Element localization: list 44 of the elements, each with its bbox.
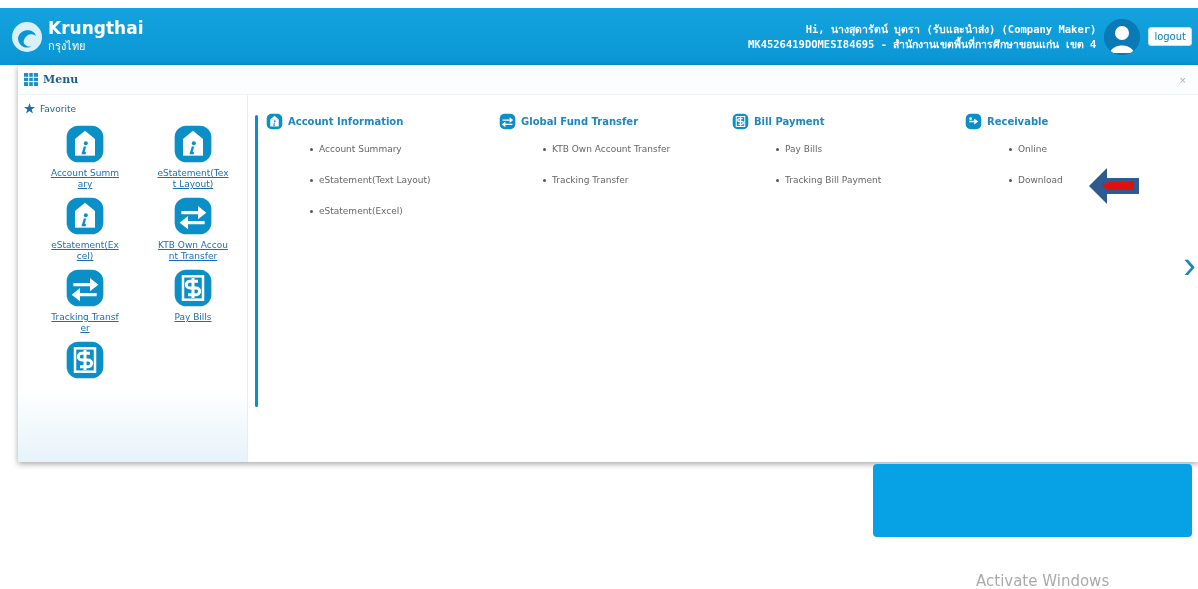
transfer-icon (65, 268, 105, 308)
bank-name: Krungthai (48, 18, 144, 37)
menu-title: Menu (43, 73, 79, 86)
menu-link[interactable]: Tracking Transfer (552, 175, 629, 185)
account-text: MK4526419DOMESI84695 - สำนักงานเขตพื้นที่การศึกษาขอนแก่น เขต 4 (748, 36, 1097, 52)
bird-logo-icon (10, 19, 44, 54)
scrollbar[interactable] (255, 115, 258, 407)
menu-link[interactable]: eStatement(Text Layout) (319, 175, 431, 185)
info-icon (65, 124, 105, 164)
transfer-icon (499, 113, 516, 130)
section-title: Receivable (987, 116, 1049, 127)
bank-name-thai: กรุงไทย (48, 38, 86, 55)
section-title: Global Fund Transfer (521, 116, 639, 127)
favorites-title: Favorite (40, 103, 76, 114)
section-title: Bill Payment (754, 116, 825, 127)
logout-button[interactable]: logout (1148, 27, 1192, 46)
menu-link[interactable]: KTB Own Account Transfer (552, 144, 671, 154)
menu-link[interactable]: Online (1018, 144, 1048, 154)
favorite-link[interactable]: Pay Bills (157, 312, 229, 323)
favorite-link[interactable]: Account Summary (49, 168, 121, 190)
favorite-link[interactable]: eStatement(Excel) (49, 240, 121, 262)
menu-link[interactable]: Account Summary (319, 144, 402, 154)
info-icon (65, 196, 105, 236)
menu-link[interactable]: Download (1018, 175, 1063, 185)
menu-link[interactable]: Tracking Bill Payment (785, 175, 882, 185)
section-title: Account Information (288, 116, 404, 127)
menu-link[interactable]: Pay Bills (785, 144, 823, 154)
star-icon (24, 103, 35, 114)
menu-link[interactable]: eStatement(Excel) (319, 206, 403, 216)
grid-icon (24, 73, 38, 86)
info-icon (266, 113, 283, 130)
receivable-icon (965, 113, 982, 130)
dollar-icon (173, 268, 213, 308)
dollar-icon (732, 113, 749, 130)
pointer-arrow (1088, 167, 1140, 205)
info-icon (173, 124, 213, 164)
user-avatar-icon (1104, 18, 1141, 55)
favorite-link[interactable]: eStatement(Text Layout) (157, 168, 229, 190)
dollar-icon (65, 340, 105, 380)
transfer-icon (173, 196, 213, 236)
favorite-link[interactable]: Tracking Transfer (49, 312, 121, 334)
greeting-text: Hi, นางสุดารัตน์ บุตรา (รับและนำส่ง) (Company Maker) (804, 21, 1097, 36)
favorite-link[interactable]: KTB Own Account Transfer (157, 240, 229, 262)
activate-windows-text: Activate Windows (976, 572, 1110, 589)
